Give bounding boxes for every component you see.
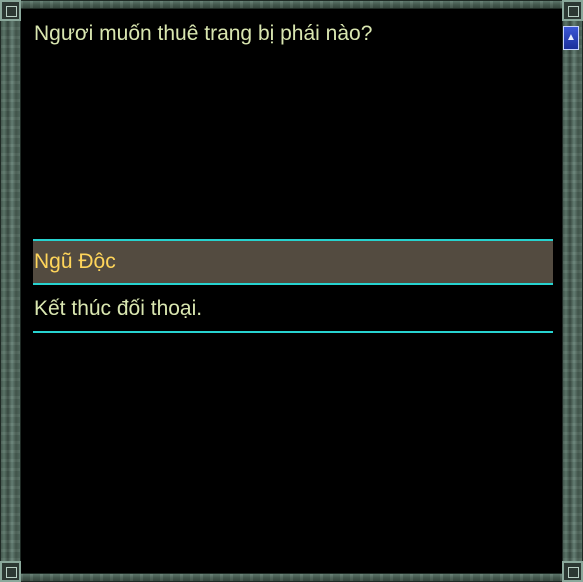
dialog-window: ▲ Ngươi muốn thuê trang bị phái nào? Ngũ… bbox=[0, 0, 583, 582]
frame-corner-top-left bbox=[0, 0, 21, 21]
chevron-up-icon: ▲ bbox=[566, 32, 576, 43]
dialog-option-end-conversation[interactable]: Kết thúc đối thoại. bbox=[33, 287, 553, 333]
frame-border-right bbox=[562, 0, 583, 582]
dialog-question: Ngươi muốn thuê trang bị phái nào? bbox=[34, 22, 373, 45]
dialog-option-label: Ngũ Độc bbox=[34, 250, 116, 273]
dialog-content: Ngươi muốn thuê trang bị phái nào? Ngũ Đ… bbox=[21, 9, 562, 573]
scroll-up-button[interactable]: ▲ bbox=[563, 26, 579, 50]
frame-border-left bbox=[0, 0, 21, 582]
frame-corner-bottom-left bbox=[0, 561, 21, 582]
frame-corner-top-right bbox=[562, 0, 583, 21]
dialog-option-ngu-doc[interactable]: Ngũ Độc bbox=[33, 239, 553, 285]
dialog-option-label: Kết thúc đối thoại. bbox=[34, 297, 203, 320]
frame-border-top bbox=[0, 0, 583, 9]
frame-corner-bottom-right bbox=[562, 561, 583, 582]
frame-border-bottom bbox=[0, 573, 583, 582]
